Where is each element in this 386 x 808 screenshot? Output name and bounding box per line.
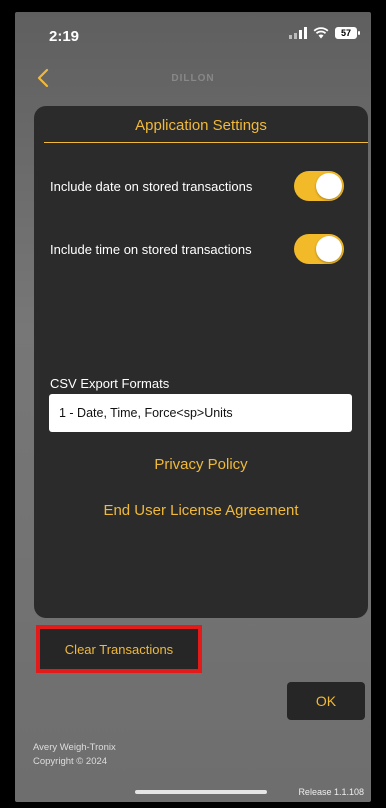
brand-logo: DILLON: [171, 73, 215, 84]
cellular-signal-icon: [289, 27, 307, 39]
clear-transactions-label: Clear Transactions: [64, 641, 174, 657]
csv-export-label: CSV Export Formats: [50, 376, 170, 391]
battery-icon: 57: [335, 27, 360, 39]
include-date-row: Include date on stored transactions: [50, 171, 344, 201]
include-time-label: Include time on stored transactions: [50, 241, 252, 257]
settings-title: Application Settings: [135, 117, 267, 134]
ok-button[interactable]: OK: [287, 682, 365, 720]
settings-panel: Application Settings Include date on sto…: [34, 106, 368, 618]
title-divider: [44, 142, 368, 143]
copyright-text: Copyright © 2024: [33, 756, 108, 767]
csv-export-format-select[interactable]: 1 - Date, Time, Force<sp>Units: [49, 394, 352, 432]
company-name: Avery Weigh-Tronix: [33, 742, 116, 753]
wifi-icon: [313, 27, 329, 39]
app-screen: 2:19 57 DILLON Application Settings Incl…: [15, 12, 371, 802]
release-version: Release 1.1.108: [298, 787, 364, 797]
clear-transactions-button[interactable]: Clear Transactions: [36, 625, 202, 673]
home-indicator[interactable]: [135, 790, 267, 794]
include-date-toggle[interactable]: [294, 171, 344, 201]
include-date-label: Include date on stored transactions: [50, 178, 253, 194]
include-time-row: Include time on stored transactions: [50, 234, 344, 264]
company-info: Avery Weigh-Tronix Copyright © 2024: [33, 741, 116, 769]
status-time: 2:19: [49, 28, 80, 45]
privacy-policy-link[interactable]: Privacy Policy: [34, 456, 368, 473]
include-time-toggle[interactable]: [294, 234, 344, 264]
status-icons: 57: [289, 27, 360, 39]
eula-link[interactable]: End User License Agreement: [34, 502, 368, 519]
